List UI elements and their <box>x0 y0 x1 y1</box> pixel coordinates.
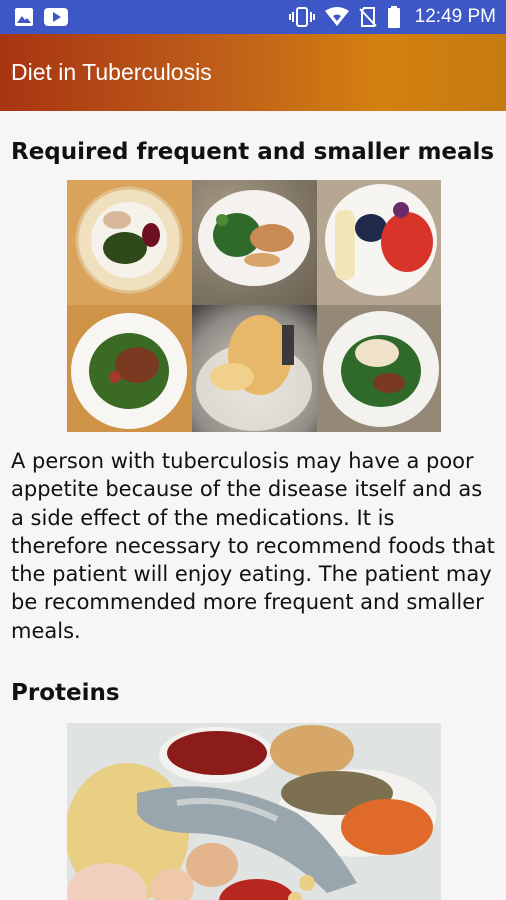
youtube-icon <box>44 8 68 26</box>
wifi-icon <box>324 7 349 27</box>
meals-collage-photo <box>67 180 441 432</box>
section-heading-proteins: Proteins <box>11 680 120 706</box>
no-sim-icon <box>358 7 377 27</box>
meal-photo-tile <box>192 180 317 305</box>
meal-photo-tile <box>317 180 441 305</box>
meal-photo-tile <box>317 305 441 432</box>
app-bar: Diet in Tuberculosis <box>0 34 506 111</box>
meals-description: A person with tuberculosis may have a po… <box>11 449 495 643</box>
status-bar: 12:49 PM <box>0 0 506 34</box>
vibrate-icon <box>288 7 315 27</box>
meal-photo-tile <box>67 180 192 305</box>
meal-photo-tile <box>67 305 192 432</box>
status-left <box>14 7 68 27</box>
app-title: Diet in Tuberculosis <box>11 59 212 85</box>
status-time: 12:49 PM <box>414 6 496 27</box>
meal-photo-tile <box>192 305 317 432</box>
protein-foods-photo <box>67 723 441 900</box>
status-right: 12:49 PM <box>288 6 496 28</box>
article-content[interactable]: Required frequent and smaller meals A pe… <box>0 111 506 900</box>
battery-icon <box>387 6 401 28</box>
section-heading-meals: Required frequent and smaller meals <box>11 139 495 165</box>
image-icon <box>14 7 34 27</box>
